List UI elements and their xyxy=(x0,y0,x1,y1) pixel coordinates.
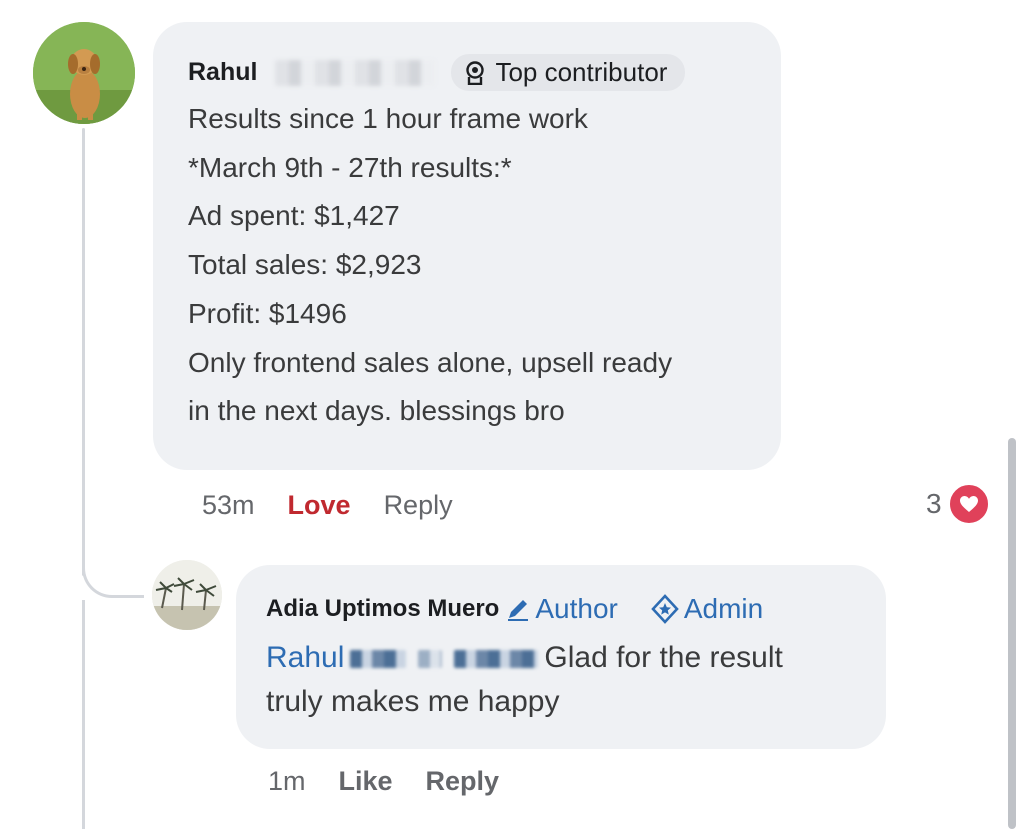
shield-star-icon xyxy=(650,594,680,624)
reply-line: truly makes me happy xyxy=(266,685,560,718)
comment-body: Results since 1 hour frame work *March 9… xyxy=(188,95,778,436)
thread-connector-curve xyxy=(82,540,144,598)
badge-label: Top contributor xyxy=(495,57,668,87)
reply-body: Rahul Glad for the result truly makes me … xyxy=(266,636,783,724)
heart-reaction-icon xyxy=(947,483,990,525)
redacted-mention-part xyxy=(350,650,407,669)
comment-line: *March 9th - 27th results:* xyxy=(188,151,512,183)
top-contributor-badge[interactable]: Top contributor xyxy=(451,54,686,91)
comment-actions: 53m Love Reply xyxy=(202,490,486,521)
comment-line: Profit: $1496 xyxy=(188,297,347,329)
reaction-summary[interactable]: 3 xyxy=(926,483,990,525)
comment-line: Only frontend sales alone, upsell ready xyxy=(188,346,673,378)
reply-actions: 1m Like Reply xyxy=(268,766,532,797)
reply-author-name[interactable]: Adia Uptimos Muero xyxy=(266,595,499,623)
redacted-mention-part xyxy=(418,650,443,669)
reply-header: Adia Uptimos Muero Author Admin xyxy=(266,593,763,625)
like-button[interactable]: Like xyxy=(339,766,393,797)
redacted-surname xyxy=(275,59,436,86)
redacted-mention-part xyxy=(454,650,539,669)
contributor-badge-icon xyxy=(465,60,485,85)
reply-button[interactable]: Reply xyxy=(384,490,453,521)
reply-line: Rahul Glad for the result xyxy=(266,636,783,680)
comment-line: Results since 1 hour frame work xyxy=(188,103,588,134)
comment-thread: Rahul Top contributor Results since 1 ho… xyxy=(0,0,1024,829)
scrollbar[interactable] xyxy=(1008,438,1016,829)
author-role-label: Author xyxy=(535,593,618,624)
dog-photo xyxy=(33,22,135,124)
comment-line: Ad spent: $1,427 xyxy=(188,200,400,232)
avatar[interactable] xyxy=(33,22,135,124)
reply-bubble: Adia Uptimos Muero Author Admin Rahul Gl… xyxy=(236,565,886,749)
love-button[interactable]: Love xyxy=(288,490,351,521)
author-role-badge[interactable]: Author xyxy=(505,593,618,625)
admin-role-label: Admin xyxy=(683,593,764,624)
pencil-icon xyxy=(505,596,531,622)
comment-timestamp[interactable]: 53m xyxy=(202,490,255,521)
reply-button[interactable]: Reply xyxy=(426,766,500,797)
comment-bubble: Rahul Top contributor Results since 1 ho… xyxy=(153,22,781,470)
reply-avatar[interactable] xyxy=(152,560,222,630)
reply-timestamp[interactable]: 1m xyxy=(268,766,306,797)
thread-connector-line-lower xyxy=(82,600,85,829)
reply-text-line: Glad for the result xyxy=(544,641,783,674)
admin-role-badge[interactable]: Admin xyxy=(650,593,763,625)
thread-connector-line xyxy=(82,128,85,576)
comment-line: Total sales: $2,923 xyxy=(188,249,422,281)
reaction-count: 3 xyxy=(926,488,942,519)
palm-trees-photo xyxy=(152,560,222,630)
comment-author-name[interactable]: Rahul xyxy=(188,58,257,87)
comment-header: Rahul Top contributor xyxy=(188,54,686,91)
comment-line: in the next days. blessings bro xyxy=(188,395,565,427)
mention-link[interactable]: Rahul xyxy=(266,641,344,674)
